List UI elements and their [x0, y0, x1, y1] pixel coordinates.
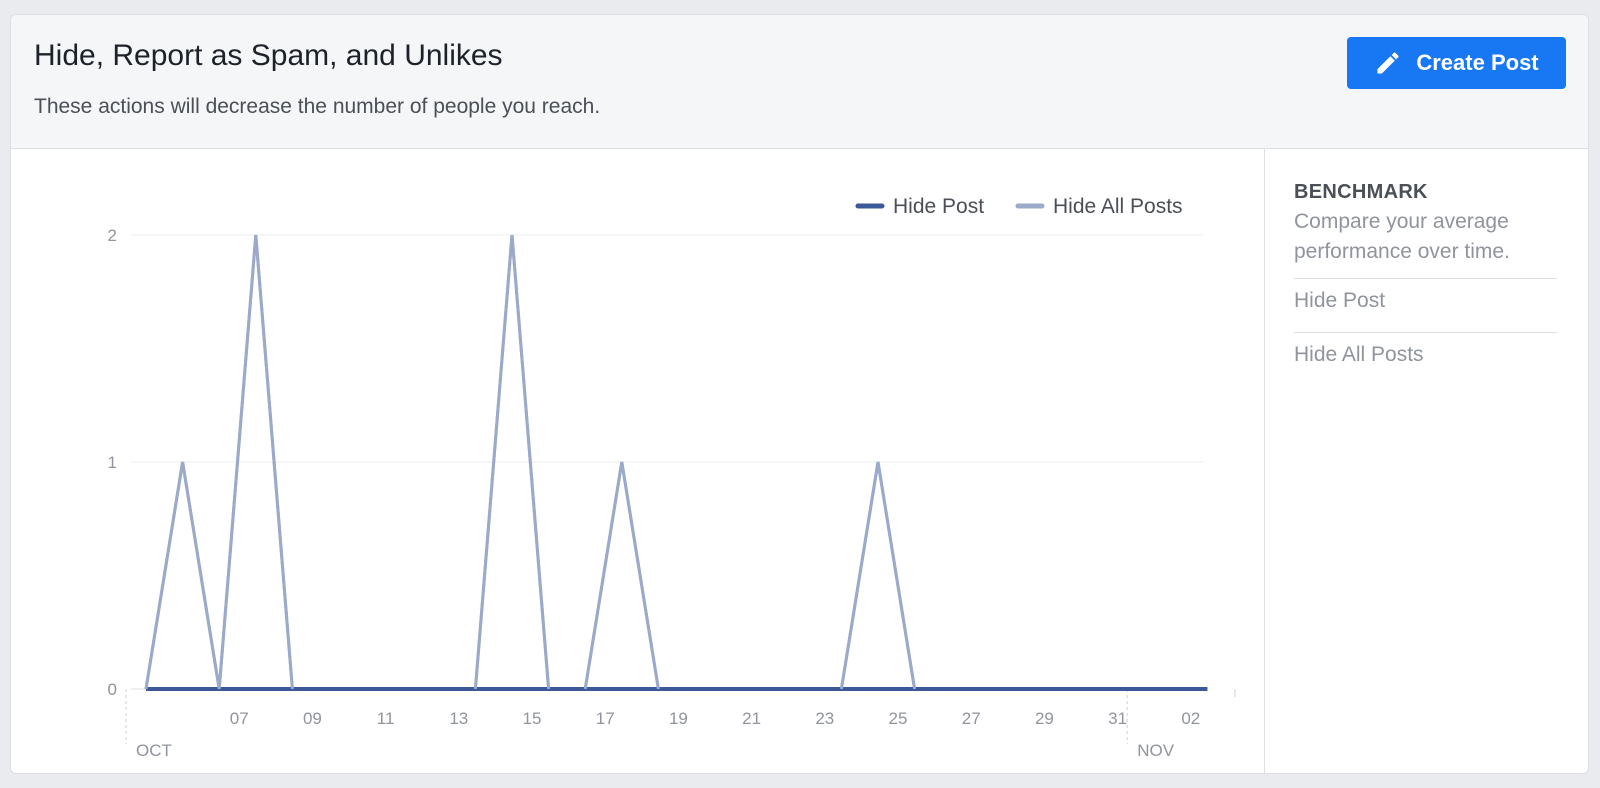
x-tick-label: 02 [1181, 709, 1200, 728]
data-point[interactable] [180, 459, 186, 465]
y-tick-label: 0 [108, 680, 117, 699]
create-post-label: Create Post [1416, 50, 1539, 75]
data-point[interactable] [1021, 686, 1027, 692]
series-segment-hide-all-posts [144, 461, 185, 690]
data-point[interactable] [765, 686, 771, 692]
data-point[interactable] [253, 232, 259, 238]
data-point[interactable] [436, 686, 442, 692]
x-tick-label: 11 [377, 709, 395, 728]
data-point[interactable] [180, 686, 186, 692]
data-point[interactable] [985, 686, 991, 692]
data-point[interactable] [692, 686, 698, 692]
month-label: NOV [1137, 741, 1175, 760]
benchmark-panel: BENCHMARK Compare your average performan… [1264, 149, 1588, 773]
y-tick-label: 1 [108, 453, 117, 472]
benchmark-title: BENCHMARK [1294, 181, 1428, 203]
series-segment-hide-all-posts [583, 461, 624, 690]
x-tick-label: 09 [303, 709, 322, 728]
data-point[interactable] [253, 686, 259, 692]
x-tick-label: 21 [742, 709, 761, 728]
data-point[interactable] [948, 686, 954, 692]
x-tick-label: 17 [596, 709, 615, 728]
legend-label: Hide All Posts [1053, 195, 1183, 218]
data-point[interactable] [912, 686, 918, 692]
data-point[interactable] [875, 459, 881, 465]
data-point[interactable] [802, 686, 808, 692]
x-tick-label: 25 [889, 709, 908, 728]
data-point[interactable] [655, 686, 661, 692]
series-segment-hide-all-posts [876, 461, 917, 690]
data-point[interactable] [143, 686, 149, 692]
chart-area: 0 1 2 07 09 11 13 15 17 19 21 23 25 27 29 31 02 OCT NOV Hid… [11, 149, 1264, 773]
series-segment-hide-all-posts [839, 461, 880, 690]
y-tick-label: 2 [108, 226, 117, 245]
card-title: Hide, Report as Spam, and Unlikes [34, 39, 503, 72]
data-point[interactable] [838, 686, 844, 692]
data-point[interactable] [619, 686, 625, 692]
create-post-button[interactable]: Create Post [1347, 37, 1566, 89]
data-point[interactable] [363, 686, 369, 692]
hides-report-card: Hide, Report as Spam, and Unlikes These … [10, 14, 1589, 774]
data-point[interactable] [546, 686, 552, 692]
x-tick-label: 31 [1108, 709, 1127, 728]
data-point[interactable] [399, 686, 405, 692]
legend-label: Hide Post [893, 195, 984, 218]
data-point[interactable] [1131, 686, 1137, 692]
card-header: Hide, Report as Spam, and Unlikes These … [11, 15, 1588, 149]
data-point[interactable] [216, 686, 222, 692]
series-segment-hide-all-posts [181, 461, 221, 690]
hides-line-chart: 0 1 2 07 09 11 13 15 17 19 21 23 25 27 29 31 02 OCT NOV Hid… [108, 195, 1236, 760]
data-point[interactable] [1095, 686, 1101, 692]
data-point[interactable] [729, 686, 735, 692]
x-tick-label: 07 [230, 709, 249, 728]
x-tick-label: 29 [1035, 709, 1054, 728]
benchmark-item-hide-all-posts[interactable]: Hide All Posts [1294, 332, 1557, 386]
x-tick-label: 23 [815, 709, 834, 728]
data-point[interactable] [472, 686, 478, 692]
data-point[interactable] [619, 459, 625, 465]
data-point[interactable] [509, 232, 515, 238]
data-point[interactable] [289, 686, 295, 692]
month-label: OCT [136, 741, 172, 760]
x-tick-label: 13 [449, 709, 468, 728]
data-point[interactable] [1204, 686, 1210, 692]
data-point[interactable] [875, 686, 881, 692]
pencil-icon [1374, 49, 1402, 77]
benchmark-description: Compare your average performance over ti… [1294, 210, 1510, 263]
data-point[interactable] [509, 686, 515, 692]
benchmark-item-hide-post[interactable]: Hide Post [1294, 278, 1557, 332]
series-segment-hide-all-posts [620, 461, 660, 690]
data-point[interactable] [1168, 686, 1174, 692]
x-tick-label: 19 [669, 709, 688, 728]
x-tick-label: 15 [523, 709, 542, 728]
data-point[interactable] [326, 686, 332, 692]
data-point[interactable] [582, 686, 588, 692]
data-point[interactable] [1058, 686, 1064, 692]
card-subtitle: These actions will decrease the number o… [34, 95, 601, 118]
x-tick-label: 27 [962, 709, 981, 728]
